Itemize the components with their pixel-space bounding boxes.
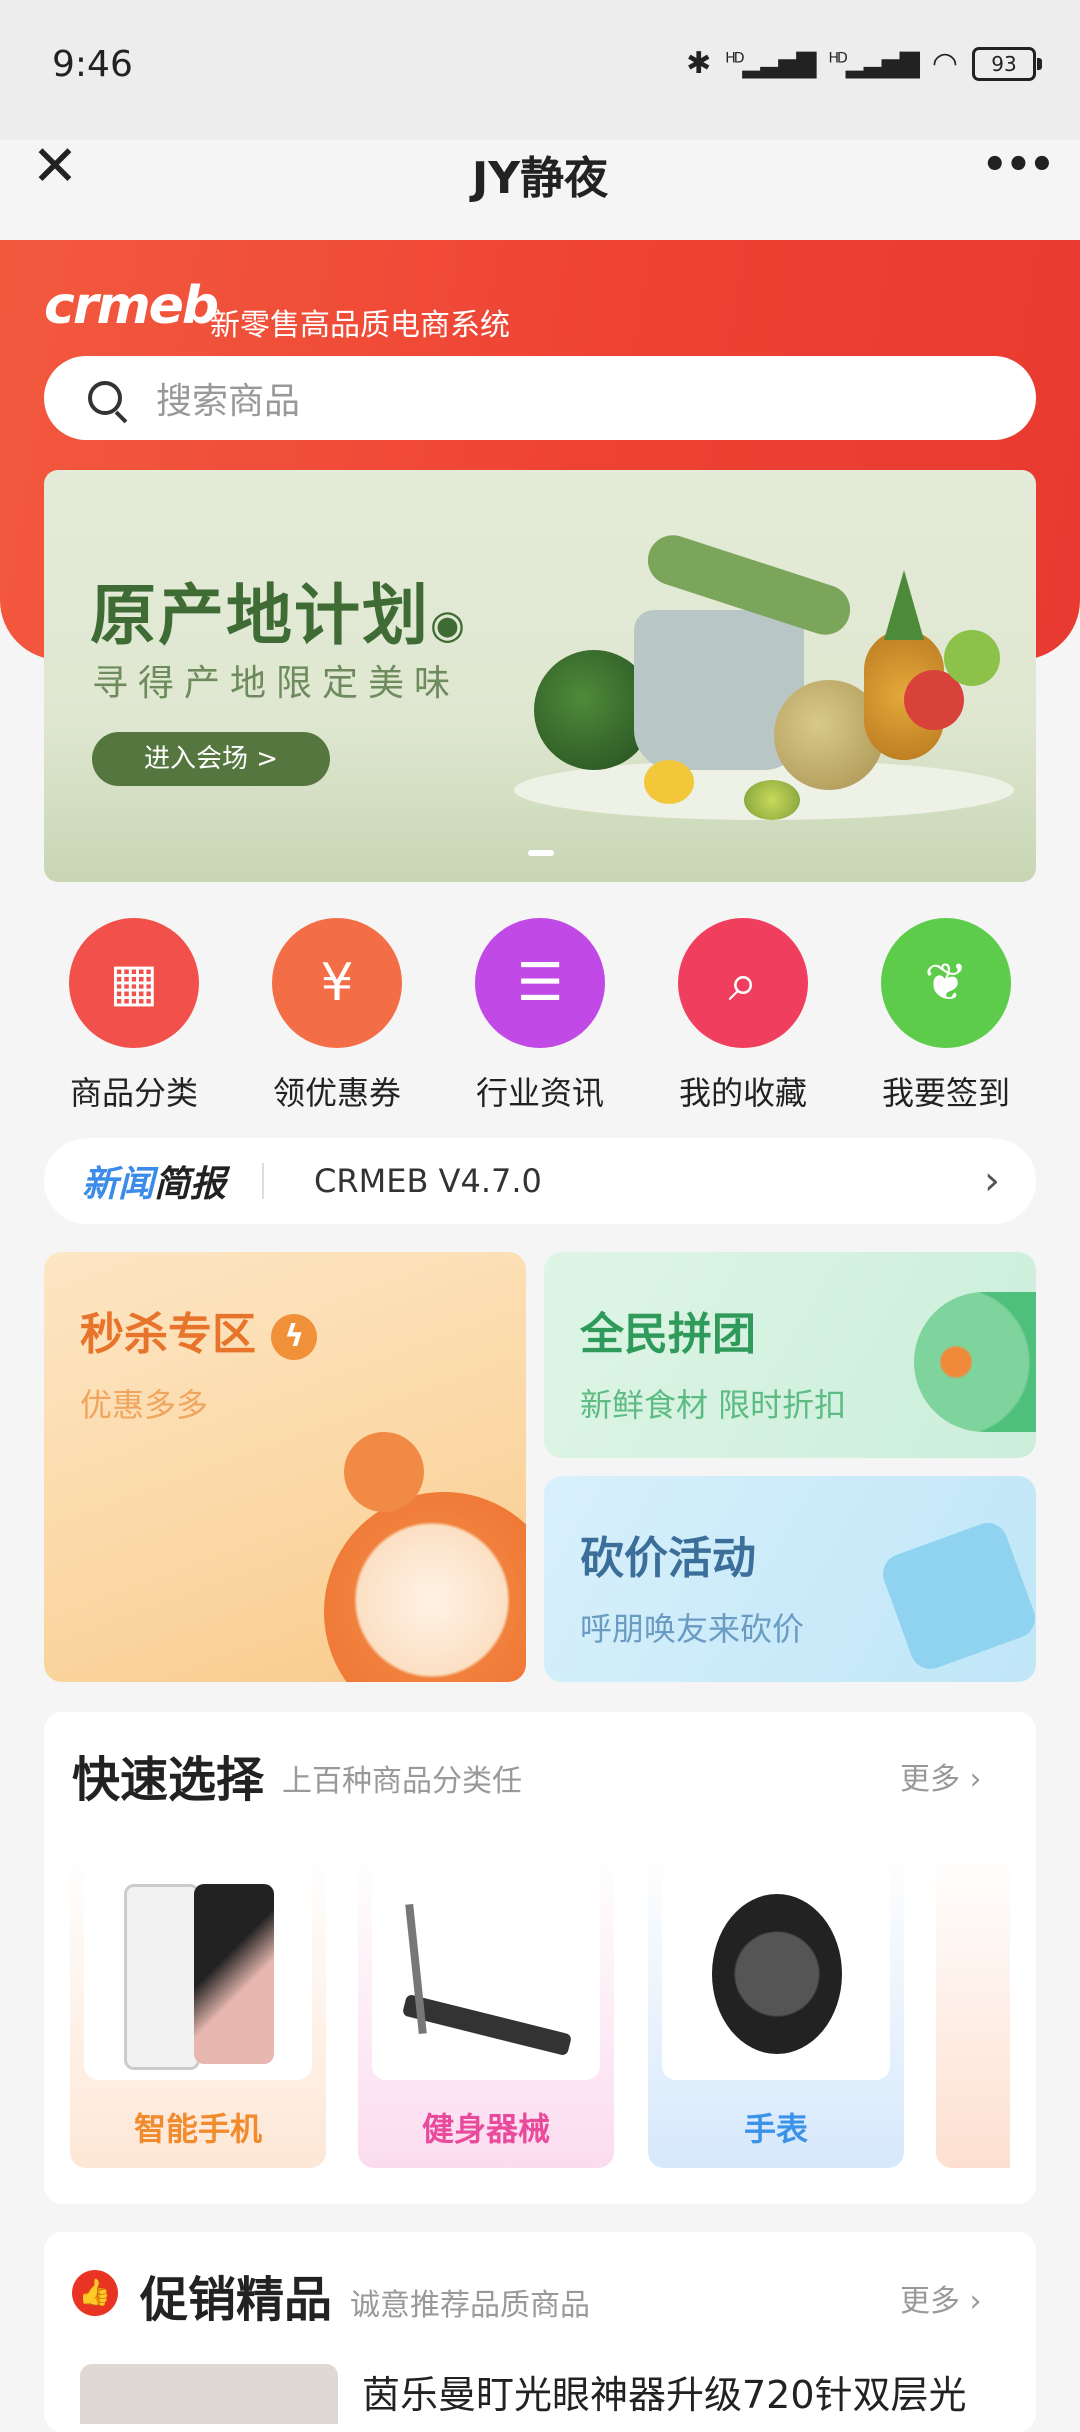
wifi-icon: ◠ (931, 46, 958, 81)
leaf-icon: ❦ (881, 918, 1011, 1048)
magnifier-icon: ⌕ (678, 918, 808, 1048)
banner-subtitle: 寻得产地限定美味 (92, 663, 461, 704)
nav-item-signin[interactable]: ❦ 我要签到 (856, 918, 1036, 1118)
price-tag-icon (877, 1517, 1036, 1675)
header-slogan: 新零售高品质电商系统 (210, 308, 510, 343)
news-tag: 新闻简报 (82, 1164, 227, 1205)
news-ticker[interactable]: 新闻简报 CRMEB V4.7.0 › (44, 1138, 1036, 1224)
category-label: 智能手机 (133, 2110, 262, 2148)
phone-image (84, 1864, 312, 2080)
alarm-clock-icon (324, 1492, 526, 1682)
signal-icon-2: HD▂▃▅▇ (828, 48, 920, 79)
chevron-right-icon: › (969, 2284, 982, 2319)
search-bar[interactable]: 搜索商品 (44, 356, 1036, 440)
coupon-icon: ¥ (272, 918, 402, 1048)
treadmill-image (372, 1864, 600, 2080)
category-label: 健身器械 (421, 2110, 550, 2148)
promo-products-title: 促销精品 (140, 2272, 333, 2328)
category-label: 手表 (743, 2110, 808, 2148)
banner-carousel[interactable]: 原产地计划◉ 寻得产地限定美味 进入会场 > (44, 470, 1036, 882)
group-buy-subtitle: 新鲜食材 限时折扣 (580, 1386, 847, 1424)
green-apple-image (944, 630, 1000, 686)
nav-label: 我的收藏 (678, 1074, 807, 1112)
nav-item-coupon[interactable]: ¥ 领优惠券 (247, 918, 427, 1118)
nav-item-category[interactable]: ▦ 商品分类 (44, 918, 224, 1118)
megaphone-icon (914, 1292, 1036, 1432)
banner-title: 原产地计划◉ (90, 577, 467, 654)
quick-select-more[interactable]: 更多 › (900, 1754, 982, 1798)
chevron-right-icon: › (984, 1158, 1000, 1204)
bargain-card[interactable]: 砍价活动 呼朋唤友来砍价 (544, 1476, 1036, 1682)
nav-label: 领优惠券 (272, 1074, 401, 1112)
search-icon (88, 381, 122, 415)
lemon-image (644, 760, 694, 804)
thumbs-up-icon: 👍 (72, 2270, 118, 2316)
seckill-title: 秒杀专区 ϟ (80, 1298, 318, 1362)
bluetooth-icon: ✱ (686, 46, 712, 81)
kiwi-image (744, 780, 800, 820)
promo-products-more[interactable]: 更多 › (900, 2276, 982, 2320)
news-text: CRMEB V4.7.0 (314, 1162, 542, 1200)
bargain-title: 砍价活动 (580, 1533, 756, 1584)
lightning-icon: ϟ (271, 1314, 318, 1360)
nav-item-favorites[interactable]: ⌕ 我的收藏 (653, 918, 833, 1118)
group-buy-title: 全民拼团 (580, 1309, 756, 1360)
signal-icon: HD▂▃▅▇ (725, 48, 816, 79)
battery-icon: 93 (972, 46, 1042, 81)
seckill-card[interactable]: 秒杀专区 ϟ 优惠多多 (44, 1252, 526, 1682)
carousel-indicator (528, 850, 554, 856)
document-icon: ☰ (475, 918, 605, 1048)
category-card-fitness[interactable]: 健身器械 (358, 1850, 614, 2168)
search-placeholder: 搜索商品 (156, 381, 301, 422)
product-thumbnail[interactable] (80, 2364, 338, 2424)
page-title: JY静夜 (471, 153, 609, 204)
more-menu-icon[interactable]: ••• (982, 138, 1055, 192)
group-buy-card[interactable]: 全民拼团 新鲜食材 限时折扣 (544, 1252, 1036, 1458)
watch-image (662, 1864, 890, 2080)
pineapple-leaves (884, 570, 924, 640)
grid-icon: ▦ (69, 918, 199, 1048)
product-title[interactable]: 茵乐曼盯光眼神器升级720针双层光 (362, 2364, 967, 2419)
status-time: 9:46 (52, 44, 133, 85)
nav-label: 行业资讯 (475, 1074, 604, 1112)
quick-select-subtitle: 上百种商品分类任 (282, 1764, 522, 1799)
quick-select-title: 快速选择 (72, 1752, 265, 1808)
category-card-partial[interactable] (936, 1850, 1010, 2168)
location-pin-icon: ◉ (430, 602, 467, 648)
status-icons: ✱ HD▂▃▅▇ HD▂▃▅▇ ◠ 93 (686, 46, 1042, 81)
bargain-subtitle: 呼朋唤友来砍价 (580, 1610, 805, 1648)
nav-item-news[interactable]: ☰ 行业资讯 (450, 918, 630, 1118)
chevron-right-icon: › (969, 1762, 982, 1797)
divider (262, 1163, 265, 1199)
category-card-watch[interactable]: 手表 (648, 1850, 904, 2168)
seckill-subtitle: 优惠多多 (80, 1386, 209, 1424)
nav-label: 我要签到 (881, 1074, 1010, 1112)
promo-products-subtitle: 诚意推荐品质商品 (350, 2288, 590, 2323)
crmeb-logo: crmeb (44, 276, 219, 336)
clock-bell-icon (344, 1432, 424, 1512)
nav-grid: ▦ 商品分类 ¥ 领优惠券 ☰ 行业资讯 ⌕ 我的收藏 ❦ 我要签到 (44, 918, 1036, 1118)
nav-label: 商品分类 (69, 1074, 198, 1112)
enter-venue-button[interactable]: 进入会场 > (92, 732, 330, 786)
category-card-phone[interactable]: 智能手机 (70, 1850, 326, 2168)
